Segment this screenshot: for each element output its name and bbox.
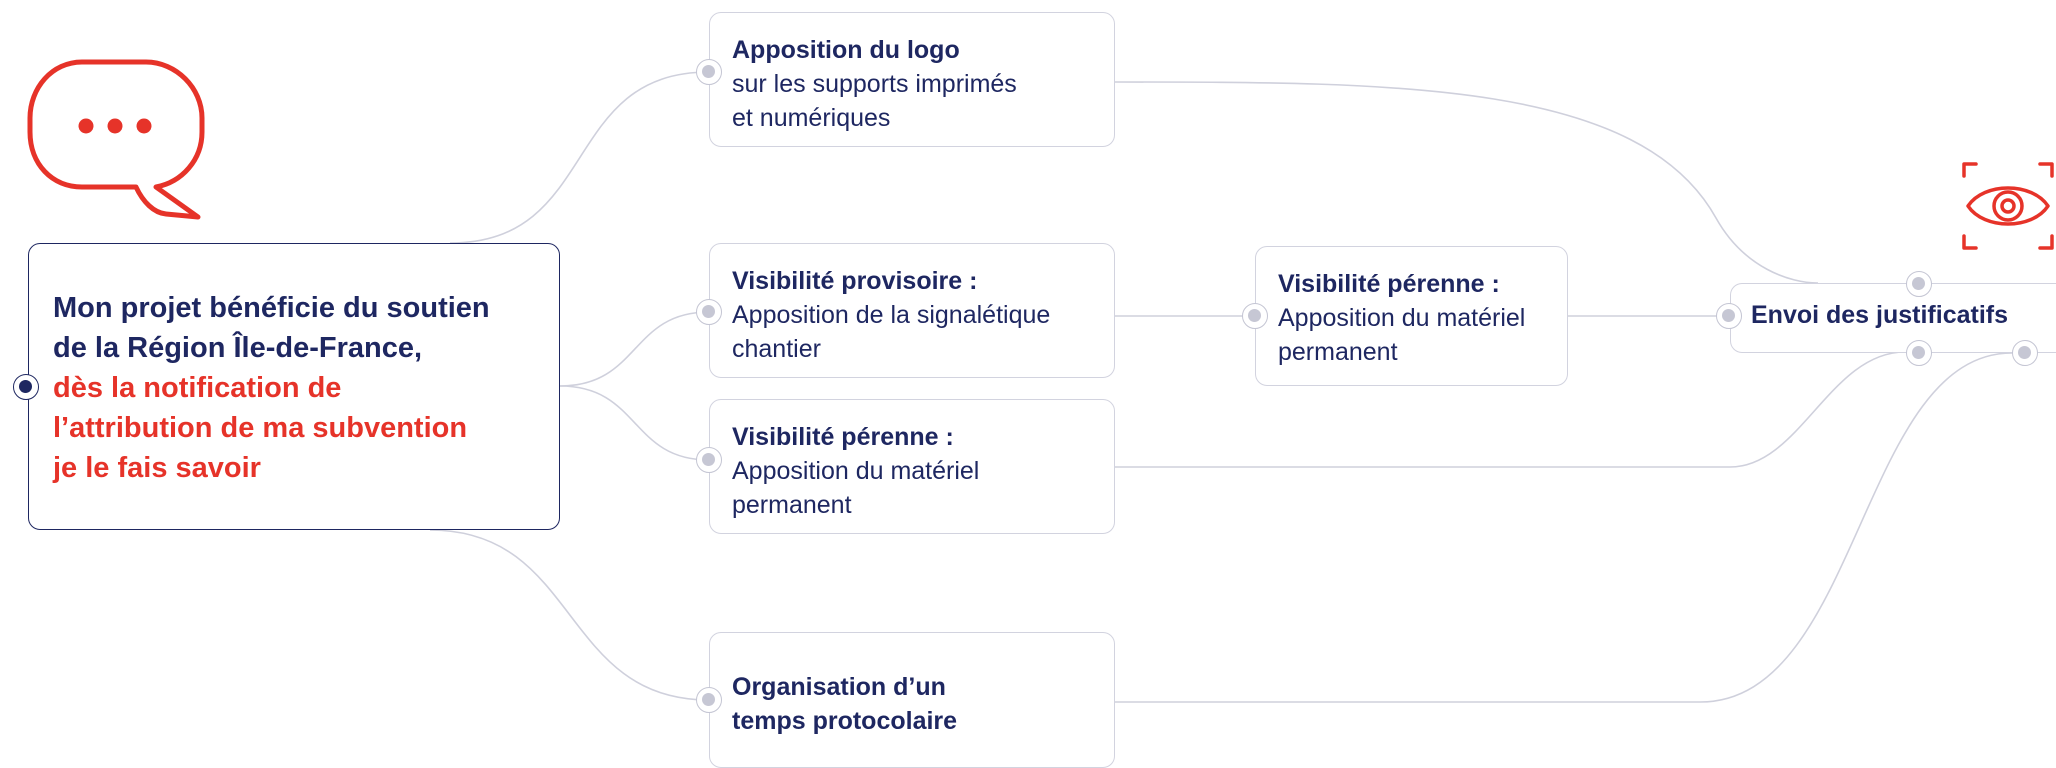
node-provisoire-line-1: Apposition de la signalétique: [732, 301, 1051, 329]
node-envoi-top-port: [1906, 271, 1932, 297]
node-provisoire-line-2: chantier: [732, 335, 821, 363]
node-provisoire-port: [696, 299, 722, 325]
node-logo-line-1: sur les supports imprimés: [732, 70, 1017, 98]
node-apposition-logo: Apposition du logo sur les supports impr…: [709, 12, 1115, 147]
main-project-node: Mon projet bénéficie du soutien de la Ré…: [28, 243, 560, 530]
node-logo-port: [696, 59, 722, 85]
node-temps-protocolaire: Organisation d’un temps protocolaire: [709, 632, 1115, 768]
node-envoi-bottom-port: [1906, 340, 1932, 366]
main-line-4: l’attribution de ma subvention: [53, 412, 468, 444]
node-perenne-title: Visibilité pérenne :: [732, 423, 954, 451]
node-perenne-mid-port: [1242, 303, 1268, 329]
node-envoi-justificatifs: Envoi des justificatifs: [1730, 283, 2056, 353]
node-envoi-title: Envoi des justificatifs: [1751, 301, 2009, 329]
node-perenne-mid-line-1: Apposition du matériel: [1278, 304, 1526, 332]
node-envoi-left-port: [1716, 303, 1742, 329]
node-protocole-port: [696, 687, 722, 713]
node-perenne-line-1: Apposition du matériel: [732, 457, 980, 485]
main-line-1: Mon projet bénéficie du soutien: [53, 292, 490, 324]
node-logo-line-2: et numériques: [732, 104, 891, 132]
main-line-3: dès la notification de: [53, 372, 342, 404]
connector-main-perenne: [559, 385, 710, 461]
node-perenne-mid-line-2: permanent: [1278, 338, 1398, 366]
node-protocole-line-1: Organisation d’un: [732, 673, 946, 701]
main-node-port: [13, 374, 39, 400]
node-logo-title: Apposition du logo: [732, 36, 960, 64]
connector-main-provisoire: [559, 311, 710, 387]
main-line-2: de la Région Île-de-France,: [53, 332, 423, 364]
node-visibilite-provisoire: Visibilité provisoire : Apposition de la…: [709, 243, 1115, 378]
main-line-5: je le fais savoir: [53, 452, 261, 484]
node-perenne-port: [696, 447, 722, 473]
eye-icon: [1962, 162, 2054, 250]
node-perenne-mid-title: Visibilité pérenne :: [1278, 270, 1500, 298]
node-perenne-line-2: permanent: [732, 491, 852, 519]
node-visibilite-perenne: Visibilité pérenne : Apposition du matér…: [709, 399, 1115, 534]
connector-main-logo: [449, 71, 710, 244]
speech-bubble-icon: [27, 59, 205, 220]
connector-protocole-envoi: [1115, 352, 2013, 703]
node-provisoire-title: Visibilité provisoire :: [732, 267, 978, 295]
connector-main-protocole: [429, 529, 710, 701]
node-visibilite-perenne-mid: Visibilité pérenne : Apposition du matér…: [1255, 246, 1568, 386]
node-envoi-right-port: [2012, 340, 2038, 366]
node-protocole-line-2: temps protocolaire: [732, 707, 958, 735]
